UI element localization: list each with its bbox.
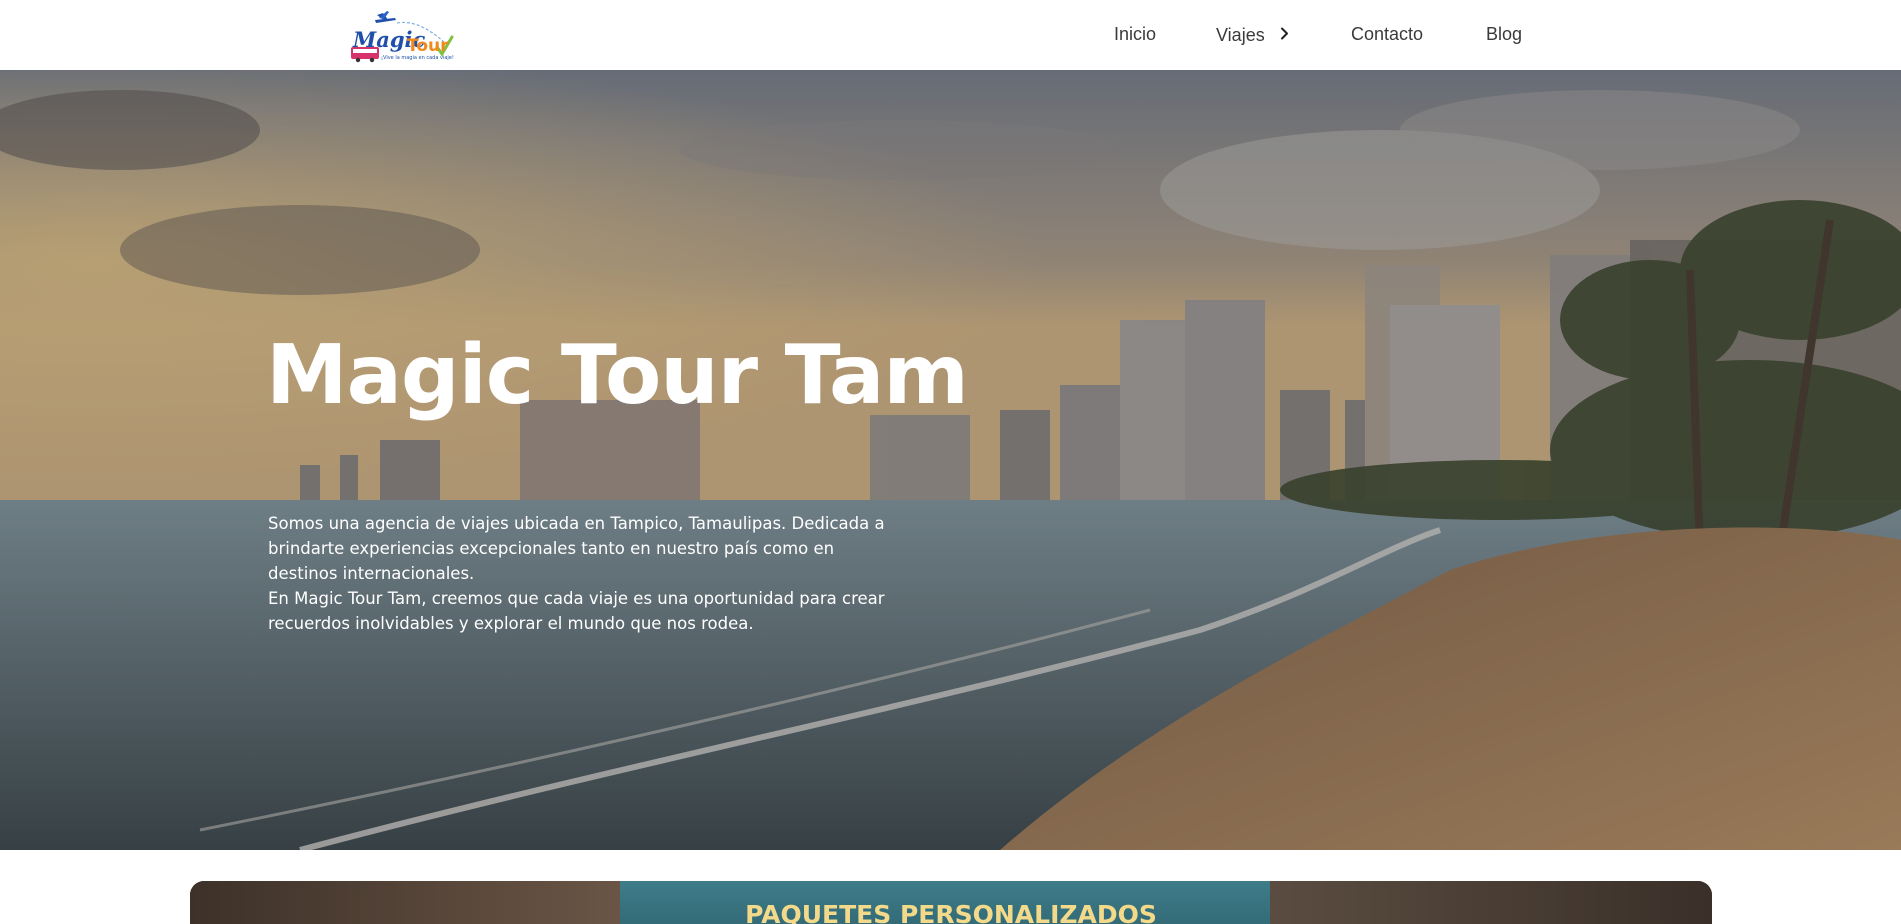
packages-card[interactable]: PAQUETES PERSONALIZADOS: [190, 881, 1712, 924]
nav-viajes-label: Viajes: [1216, 25, 1265, 45]
hero-paragraph-1: Somos una agencia de viajes ubicada en T…: [268, 514, 885, 583]
hero-title: Magic Tour Tam: [266, 328, 969, 423]
hero-section: Magic Tour Tam Somos una agencia de viaj…: [0, 70, 1901, 850]
nav-blog[interactable]: Blog: [1486, 24, 1522, 45]
nav-contacto[interactable]: Contacto: [1351, 24, 1423, 45]
chevron-right-icon: [1280, 24, 1289, 45]
hero-description: Somos una agencia de viajes ubicada en T…: [268, 511, 908, 636]
nav-inicio[interactable]: Inicio: [1114, 24, 1156, 45]
hero-paragraph-2: En Magic Tour Tam, creemos que cada viaj…: [268, 589, 885, 633]
packages-card-title: PAQUETES PERSONALIZADOS: [745, 900, 1157, 924]
main-nav: Inicio Viajes Contacto Blog: [0, 0, 1901, 70]
hero-overlay: [0, 70, 1901, 850]
site-header: Magic Tour ¡Vive la magia en cada viaje!…: [0, 0, 1901, 70]
nav-viajes[interactable]: Viajes: [1216, 24, 1289, 46]
